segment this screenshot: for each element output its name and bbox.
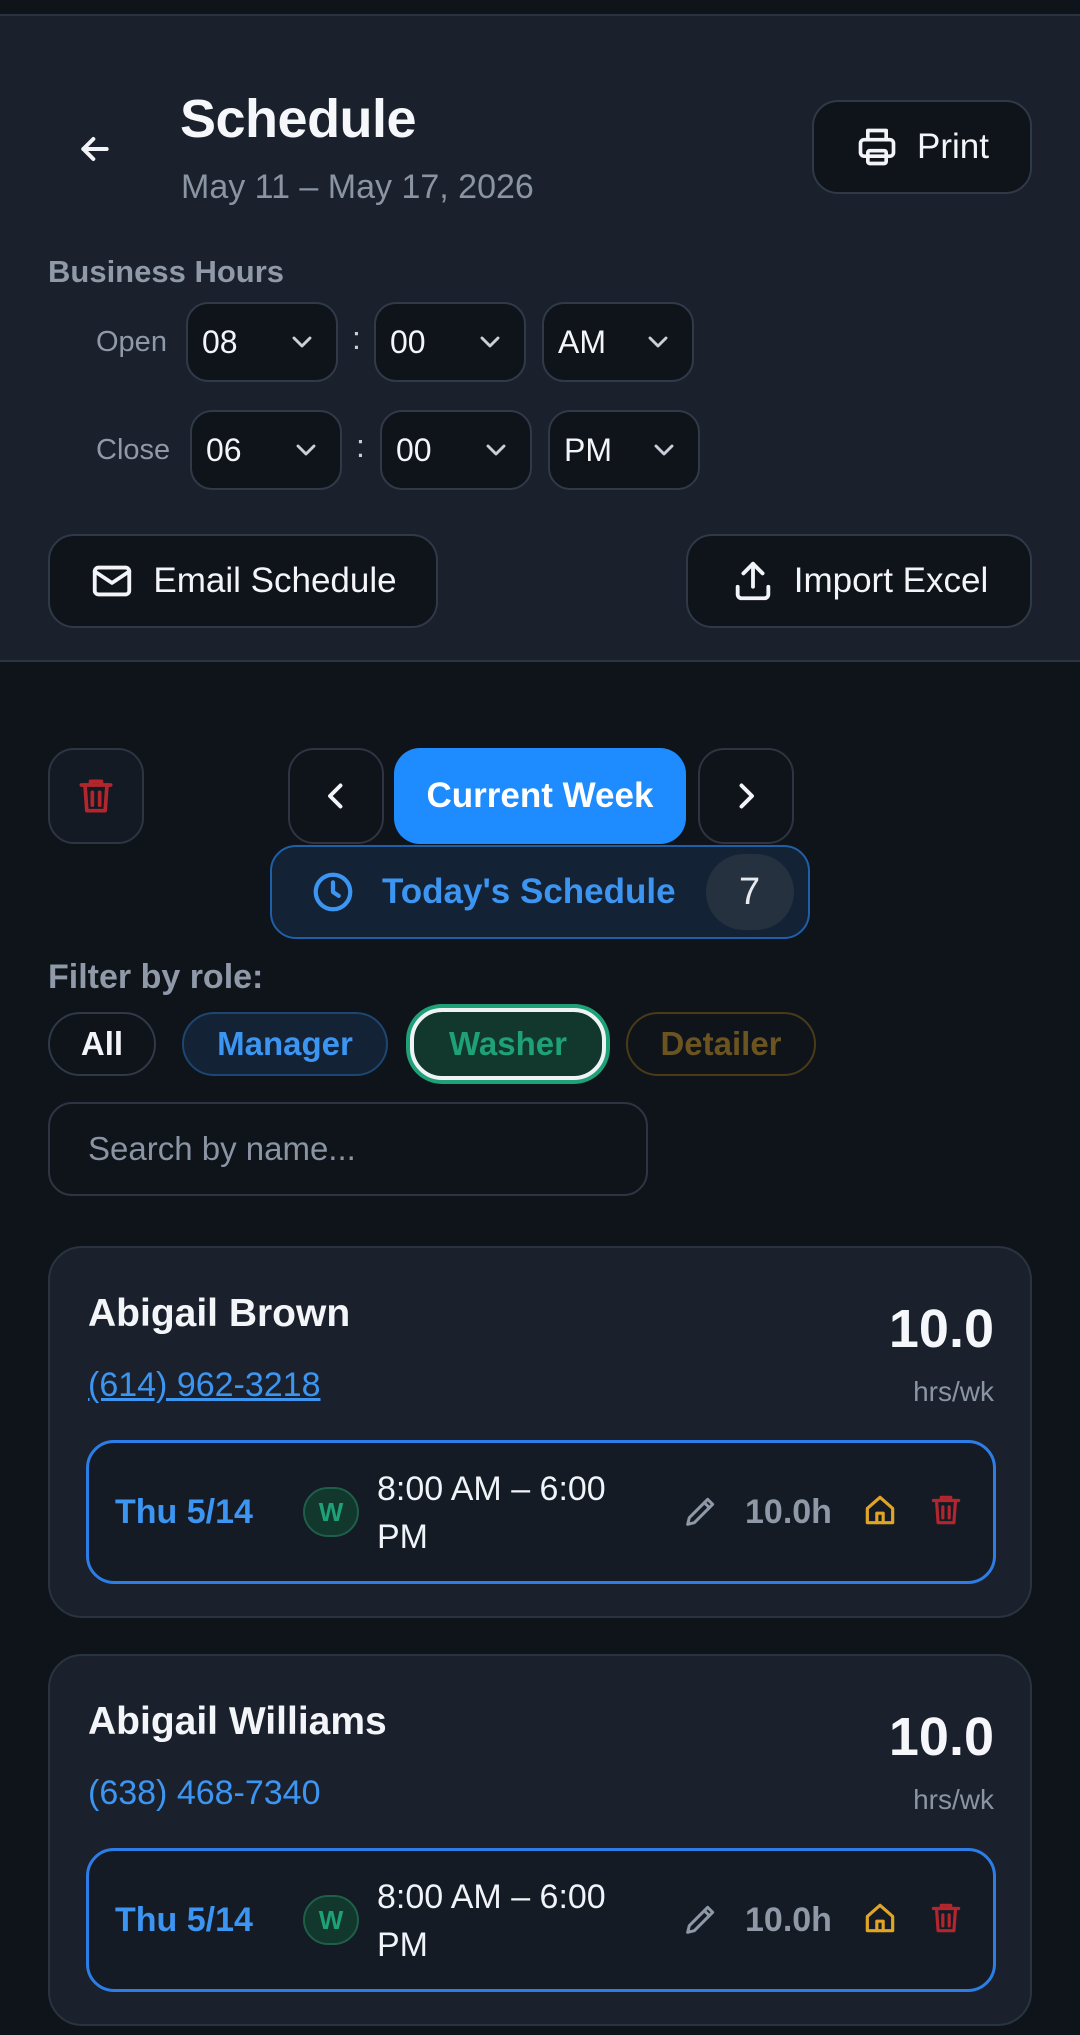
schedule-header: Schedule May 11 – May 17, 2026 Print Bus… bbox=[0, 16, 1080, 662]
chevron-down-icon bbox=[486, 444, 506, 456]
home-icon bbox=[865, 1903, 895, 1933]
open-label: Open bbox=[96, 326, 167, 358]
shift-time-line1: 8:00 AM – 6:00 bbox=[377, 1878, 606, 1916]
previous-week-button[interactable] bbox=[288, 748, 384, 844]
printer-icon bbox=[858, 128, 896, 166]
import-excel-button[interactable]: Import Excel bbox=[686, 534, 1032, 628]
employee-phone-link[interactable]: (638) 468-7340 bbox=[88, 1774, 321, 1813]
open-hour-value: 08 bbox=[202, 323, 238, 360]
close-hour-select[interactable]: 06 bbox=[190, 410, 342, 490]
shift-day: Thu 5/14 bbox=[115, 1493, 253, 1531]
open-hour-select[interactable]: 08 bbox=[186, 302, 338, 382]
delete-shift-button[interactable] bbox=[927, 1899, 965, 1942]
import-excel-label: Import Excel bbox=[793, 561, 989, 600]
open-period-select[interactable]: AM bbox=[542, 302, 694, 382]
employee-phone-link[interactable]: (614) 962-3218 bbox=[88, 1366, 321, 1405]
close-period-value: PM bbox=[564, 431, 612, 468]
chip-detailer[interactable]: Detailer bbox=[626, 1012, 816, 1076]
home-store-button[interactable] bbox=[861, 1491, 899, 1534]
time-separator: : bbox=[352, 320, 361, 356]
filter-label: Filter by role: bbox=[48, 958, 264, 996]
chevron-down-icon bbox=[296, 444, 316, 456]
chevron-down-icon bbox=[654, 444, 674, 456]
weekly-hours: 10.0 bbox=[888, 1707, 994, 1767]
shift-time-line2: PM bbox=[377, 1518, 428, 1556]
chevron-down-icon bbox=[480, 336, 500, 348]
shift-row[interactable]: Thu 5/14 W 8:00 AM – 6:00 PM 10.0h bbox=[86, 1848, 996, 1992]
clock-icon bbox=[313, 872, 353, 912]
shift-duration: 10.0h bbox=[745, 1493, 832, 1531]
pencil-icon bbox=[686, 1905, 715, 1934]
shift-day: Thu 5/14 bbox=[115, 1901, 253, 1939]
print-label: Print bbox=[917, 127, 989, 166]
shift-time-line2: PM bbox=[377, 1926, 428, 1964]
trash-icon bbox=[931, 1903, 961, 1933]
shift-time: 8:00 AM – 6:00 PM bbox=[377, 1465, 606, 1561]
edit-shift-button[interactable] bbox=[681, 1899, 721, 1944]
todays-count-badge: 7 bbox=[705, 854, 794, 930]
time-separator: : bbox=[356, 428, 365, 464]
close-minute-select[interactable]: 00 bbox=[380, 410, 532, 490]
todays-schedule-button[interactable]: Today's Schedule 7 bbox=[270, 845, 810, 939]
home-icon bbox=[865, 1495, 895, 1525]
page-title: Schedule bbox=[180, 89, 417, 149]
close-label: Close bbox=[96, 434, 171, 466]
shift-time-line1: 8:00 AM – 6:00 bbox=[377, 1470, 606, 1508]
upload-icon bbox=[735, 561, 770, 601]
chevron-right-icon bbox=[739, 783, 754, 809]
washer-role-badge: W bbox=[303, 1895, 359, 1945]
employee-card: Abigail Brown (614) 962-3218 10.0 hrs/wk… bbox=[48, 1246, 1032, 1618]
home-store-button[interactable] bbox=[861, 1899, 899, 1942]
back-button[interactable] bbox=[70, 124, 120, 174]
hours-unit: hrs/wk bbox=[913, 1376, 994, 1407]
edit-shift-button[interactable] bbox=[681, 1491, 721, 1536]
open-period-value: AM bbox=[558, 323, 606, 360]
close-period-select[interactable]: PM bbox=[548, 410, 700, 490]
open-minute-select[interactable]: 00 bbox=[374, 302, 526, 382]
shift-duration: 10.0h bbox=[745, 1901, 832, 1939]
employee-name: Abigail Brown bbox=[88, 1292, 351, 1335]
weekly-hours: 10.0 bbox=[888, 1299, 994, 1359]
washer-role-badge: W bbox=[303, 1487, 359, 1537]
trash-icon bbox=[79, 779, 113, 813]
hours-unit: hrs/wk bbox=[913, 1784, 994, 1815]
close-minute-value: 00 bbox=[396, 431, 432, 468]
mail-icon bbox=[93, 565, 132, 597]
email-schedule-label: Email Schedule bbox=[153, 561, 397, 600]
chevron-down-icon bbox=[292, 336, 312, 348]
email-schedule-button[interactable]: Email Schedule bbox=[48, 534, 438, 628]
delete-week-button[interactable] bbox=[48, 748, 144, 844]
trash-icon bbox=[931, 1495, 961, 1525]
business-hours-label: Business Hours bbox=[48, 254, 285, 289]
shift-row[interactable]: Thu 5/14 W 8:00 AM – 6:00 PM 10.0h bbox=[86, 1440, 996, 1584]
pencil-icon bbox=[686, 1497, 715, 1526]
delete-shift-button[interactable] bbox=[927, 1491, 965, 1534]
current-week-button[interactable]: Current Week bbox=[394, 748, 686, 844]
date-range: May 11 – May 17, 2026 bbox=[181, 168, 534, 206]
open-minute-value: 00 bbox=[390, 323, 426, 360]
employee-name: Abigail Williams bbox=[88, 1700, 387, 1743]
chevron-left-icon bbox=[328, 783, 343, 809]
chip-washer[interactable]: Washer bbox=[410, 1008, 606, 1080]
todays-schedule-label: Today's Schedule bbox=[382, 872, 676, 911]
arrow-left-icon bbox=[81, 137, 109, 161]
employee-card: Abigail Williams (638) 468-7340 10.0 hrs… bbox=[48, 1654, 1032, 2026]
chevron-down-icon bbox=[648, 336, 668, 348]
close-hour-value: 06 bbox=[206, 431, 242, 468]
search-input[interactable]: Search by name... bbox=[48, 1102, 648, 1196]
chip-all[interactable]: All bbox=[48, 1012, 156, 1076]
chip-manager[interactable]: Manager bbox=[182, 1012, 388, 1076]
shift-time: 8:00 AM – 6:00 PM bbox=[377, 1873, 606, 1969]
print-button[interactable]: Print bbox=[812, 100, 1032, 194]
next-week-button[interactable] bbox=[698, 748, 794, 844]
